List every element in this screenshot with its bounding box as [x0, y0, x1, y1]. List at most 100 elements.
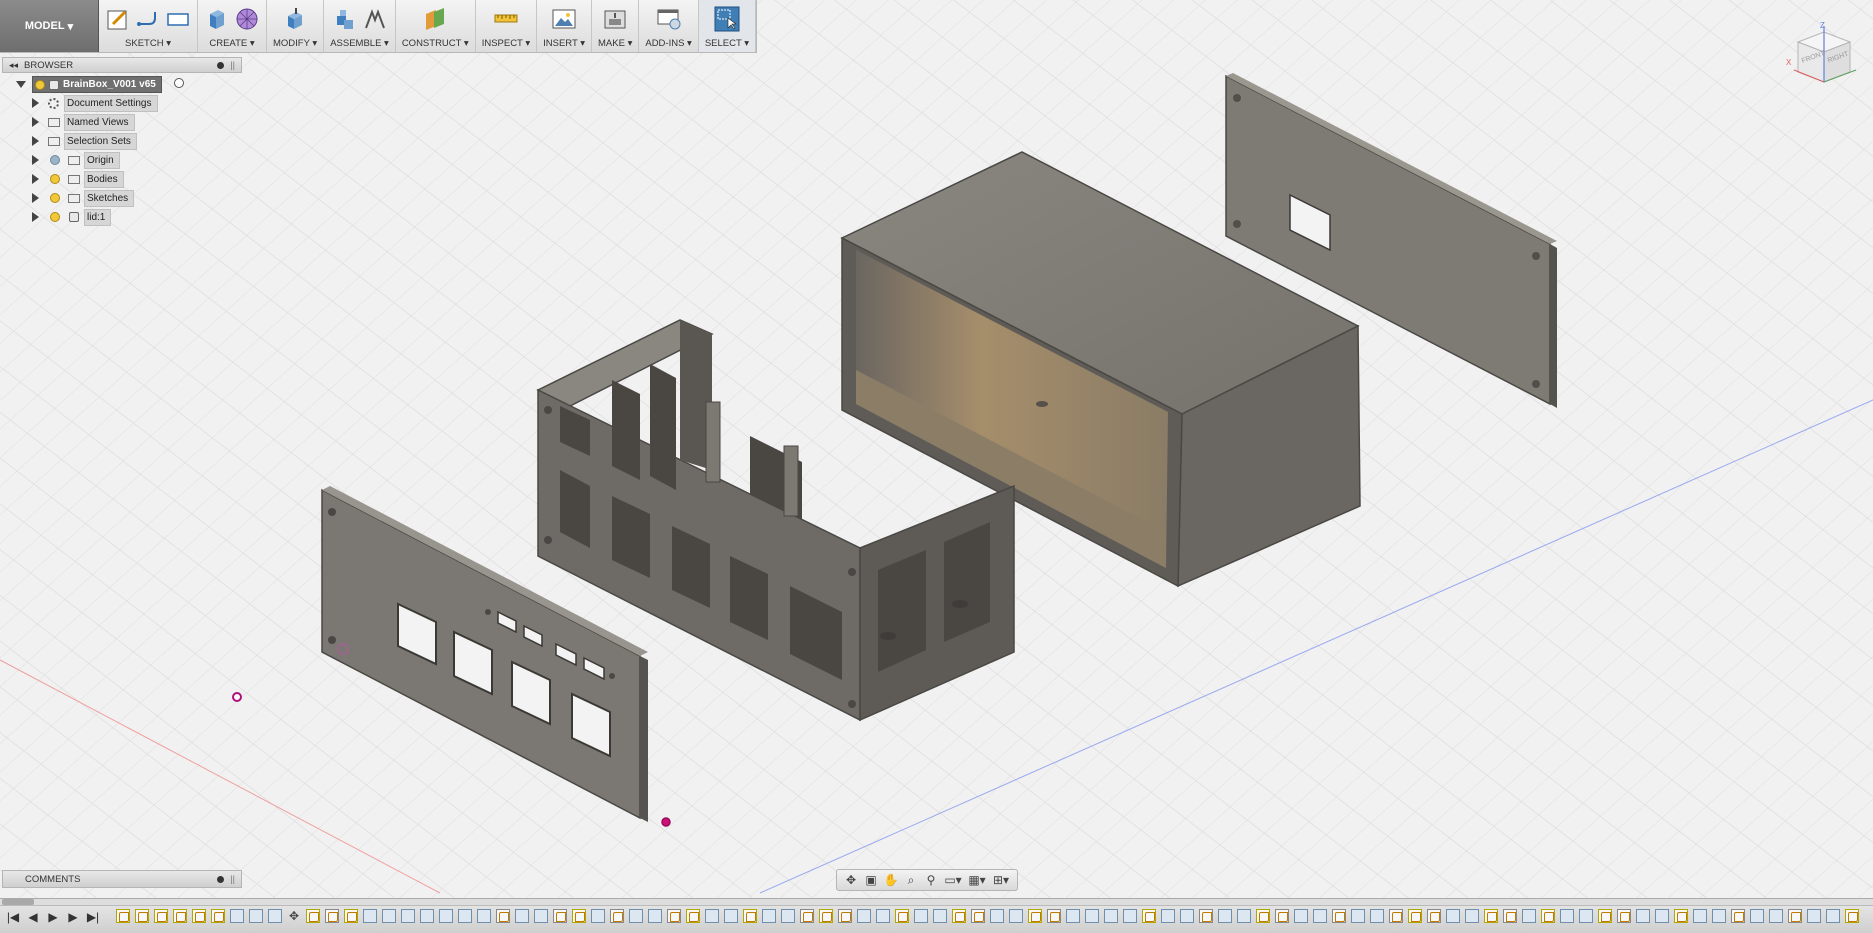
- timeline-sketch-feature[interactable]: [1731, 909, 1745, 923]
- view-cube[interactable]: FRONT RIGHT X Z: [1784, 20, 1862, 92]
- timeline-sketch-feature[interactable]: [686, 909, 700, 923]
- timeline-extrude-feature[interactable]: [534, 909, 548, 923]
- orbit-icon[interactable]: ✥: [843, 873, 859, 887]
- timeline-sketch-feature[interactable]: [325, 909, 339, 923]
- timeline-extrude-feature[interactable]: [1161, 909, 1175, 923]
- make-group[interactable]: MAKE ▾: [592, 0, 640, 52]
- timeline-extrude-feature[interactable]: [876, 909, 890, 923]
- press-pull-icon[interactable]: [282, 6, 308, 32]
- create-group[interactable]: CREATE ▾: [198, 0, 267, 52]
- joint-icon[interactable]: [362, 6, 388, 32]
- tree-item-chip[interactable]: Selection Sets: [64, 133, 137, 150]
- canvas-viewport[interactable]: [0, 0, 1873, 932]
- workspace-switcher[interactable]: MODEL ▾: [0, 0, 99, 52]
- tree-item-lid-component[interactable]: lid:1: [2, 208, 242, 227]
- timeline-extrude-feature[interactable]: [363, 909, 377, 923]
- timeline-extrude-feature[interactable]: [1313, 909, 1327, 923]
- look-at-icon[interactable]: ▣: [863, 873, 879, 887]
- timeline-extrude-feature[interactable]: [1446, 909, 1460, 923]
- timeline-extrude-feature[interactable]: [933, 909, 947, 923]
- line-icon[interactable]: [135, 6, 161, 32]
- timeline-sketch-feature[interactable]: [895, 909, 909, 923]
- timeline-sketch-feature[interactable]: [1427, 909, 1441, 923]
- timeline-sketch-feature[interactable]: [838, 909, 852, 923]
- inspect-group[interactable]: INSPECT ▾: [476, 0, 538, 52]
- timeline-sketch-feature[interactable]: [1788, 909, 1802, 923]
- timeline-sketch-feature[interactable]: [496, 909, 510, 923]
- timeline-extrude-feature[interactable]: [268, 909, 282, 923]
- timeline-extrude-feature[interactable]: [1712, 909, 1726, 923]
- timeline-extrude-feature[interactable]: [1237, 909, 1251, 923]
- timeline-sketch-feature[interactable]: [154, 909, 168, 923]
- timeline-sketch-feature[interactable]: [667, 909, 681, 923]
- tree-root-row[interactable]: BrainBox_V001 v65: [2, 75, 242, 94]
- expand-arrow-icon[interactable]: [32, 98, 39, 108]
- expand-arrow-icon[interactable]: [32, 193, 39, 203]
- panel-options-icon[interactable]: [217, 61, 225, 69]
- timeline-extrude-feature[interactable]: [1351, 909, 1365, 923]
- tree-item-chip[interactable]: Document Settings: [64, 95, 158, 112]
- expand-arrow-icon[interactable]: [32, 155, 39, 165]
- timeline-extrude-feature[interactable]: [1370, 909, 1384, 923]
- tree-item-named-views[interactable]: Named Views: [2, 113, 242, 132]
- browser-header[interactable]: ◂◂ BROWSER ||: [2, 57, 242, 73]
- select-arrow-icon[interactable]: [714, 6, 740, 32]
- timeline-sketch-feature[interactable]: [306, 909, 320, 923]
- 3d-print-icon[interactable]: [602, 6, 628, 32]
- timeline-extrude-feature[interactable]: [420, 909, 434, 923]
- timeline-sketch-feature[interactable]: [1845, 909, 1859, 923]
- expand-arrow-icon[interactable]: [32, 212, 39, 222]
- lightbulb-icon[interactable]: [35, 79, 45, 90]
- lightbulb-icon[interactable]: [50, 193, 60, 203]
- tree-item-origin[interactable]: Origin: [2, 151, 242, 170]
- timeline-extrude-feature[interactable]: [781, 909, 795, 923]
- timeline-extrude-feature[interactable]: [591, 909, 605, 923]
- new-component-icon[interactable]: [332, 6, 358, 32]
- timeline-sketch-feature[interactable]: [1256, 909, 1270, 923]
- timeline-sketch-feature[interactable]: [173, 909, 187, 923]
- timeline-extrude-feature[interactable]: [1579, 909, 1593, 923]
- insert-image-icon[interactable]: [551, 6, 577, 32]
- assemble-group[interactable]: ASSEMBLE ▾: [324, 0, 396, 52]
- tree-item-document-settings[interactable]: Document Settings: [2, 94, 242, 113]
- timeline-sketch-feature[interactable]: [344, 909, 358, 923]
- expand-arrow-icon[interactable]: [16, 81, 26, 88]
- construct-group[interactable]: CONSTRUCT ▾: [396, 0, 476, 52]
- timeline-sketch-feature[interactable]: [800, 909, 814, 923]
- tree-item-chip[interactable]: Origin: [84, 152, 120, 169]
- timeline-sketch-feature[interactable]: [1389, 909, 1403, 923]
- timeline-move-feature[interactable]: ✥: [287, 909, 301, 923]
- timeline-extrude-feature[interactable]: [1066, 909, 1080, 923]
- comments-panel[interactable]: COMMENTS ||: [2, 870, 242, 888]
- rectangle-icon[interactable]: [165, 6, 191, 32]
- tree-item-sketches[interactable]: Sketches: [2, 189, 242, 208]
- timeline-extrude-feature[interactable]: [1636, 909, 1650, 923]
- go-to-start-icon[interactable]: |◀: [6, 910, 20, 924]
- step-back-icon[interactable]: ◀: [26, 910, 40, 924]
- timeline-sketch-feature[interactable]: [1199, 909, 1213, 923]
- timeline-sketch-feature[interactable]: [1503, 909, 1517, 923]
- timeline-extrude-feature[interactable]: [1085, 909, 1099, 923]
- panel-divider-handle[interactable]: ||: [230, 874, 235, 884]
- timeline-extrude-feature[interactable]: [1807, 909, 1821, 923]
- timeline-sketch-feature[interactable]: [743, 909, 757, 923]
- collapse-panel-icon[interactable]: ◂◂: [9, 60, 18, 71]
- addins-group[interactable]: ADD-INS ▾: [639, 0, 699, 52]
- timeline-extrude-feature[interactable]: [1104, 909, 1118, 923]
- grid-settings-icon[interactable]: ▦▾: [967, 873, 987, 887]
- create-sketch-icon[interactable]: [105, 6, 131, 32]
- timeline-extrude-feature[interactable]: [401, 909, 415, 923]
- expand-arrow-icon[interactable]: [32, 136, 39, 146]
- timeline-extrude-feature[interactable]: [1655, 909, 1669, 923]
- tree-item-bodies[interactable]: Bodies: [2, 170, 242, 189]
- timeline-extrude-feature[interactable]: [914, 909, 928, 923]
- zoom-window-icon[interactable]: ⌕: [903, 873, 919, 887]
- display-settings-icon[interactable]: ▭▾: [943, 873, 963, 887]
- timeline-sketch-feature[interactable]: [116, 909, 130, 923]
- origin-point-marker[interactable]: [661, 817, 671, 827]
- timeline-extrude-feature[interactable]: [1465, 909, 1479, 923]
- timeline-sketch-feature[interactable]: [1142, 909, 1156, 923]
- tree-item-chip[interactable]: Bodies: [84, 171, 124, 188]
- scrollbar-thumb[interactable]: [2, 899, 34, 905]
- timeline-extrude-feature[interactable]: [1560, 909, 1574, 923]
